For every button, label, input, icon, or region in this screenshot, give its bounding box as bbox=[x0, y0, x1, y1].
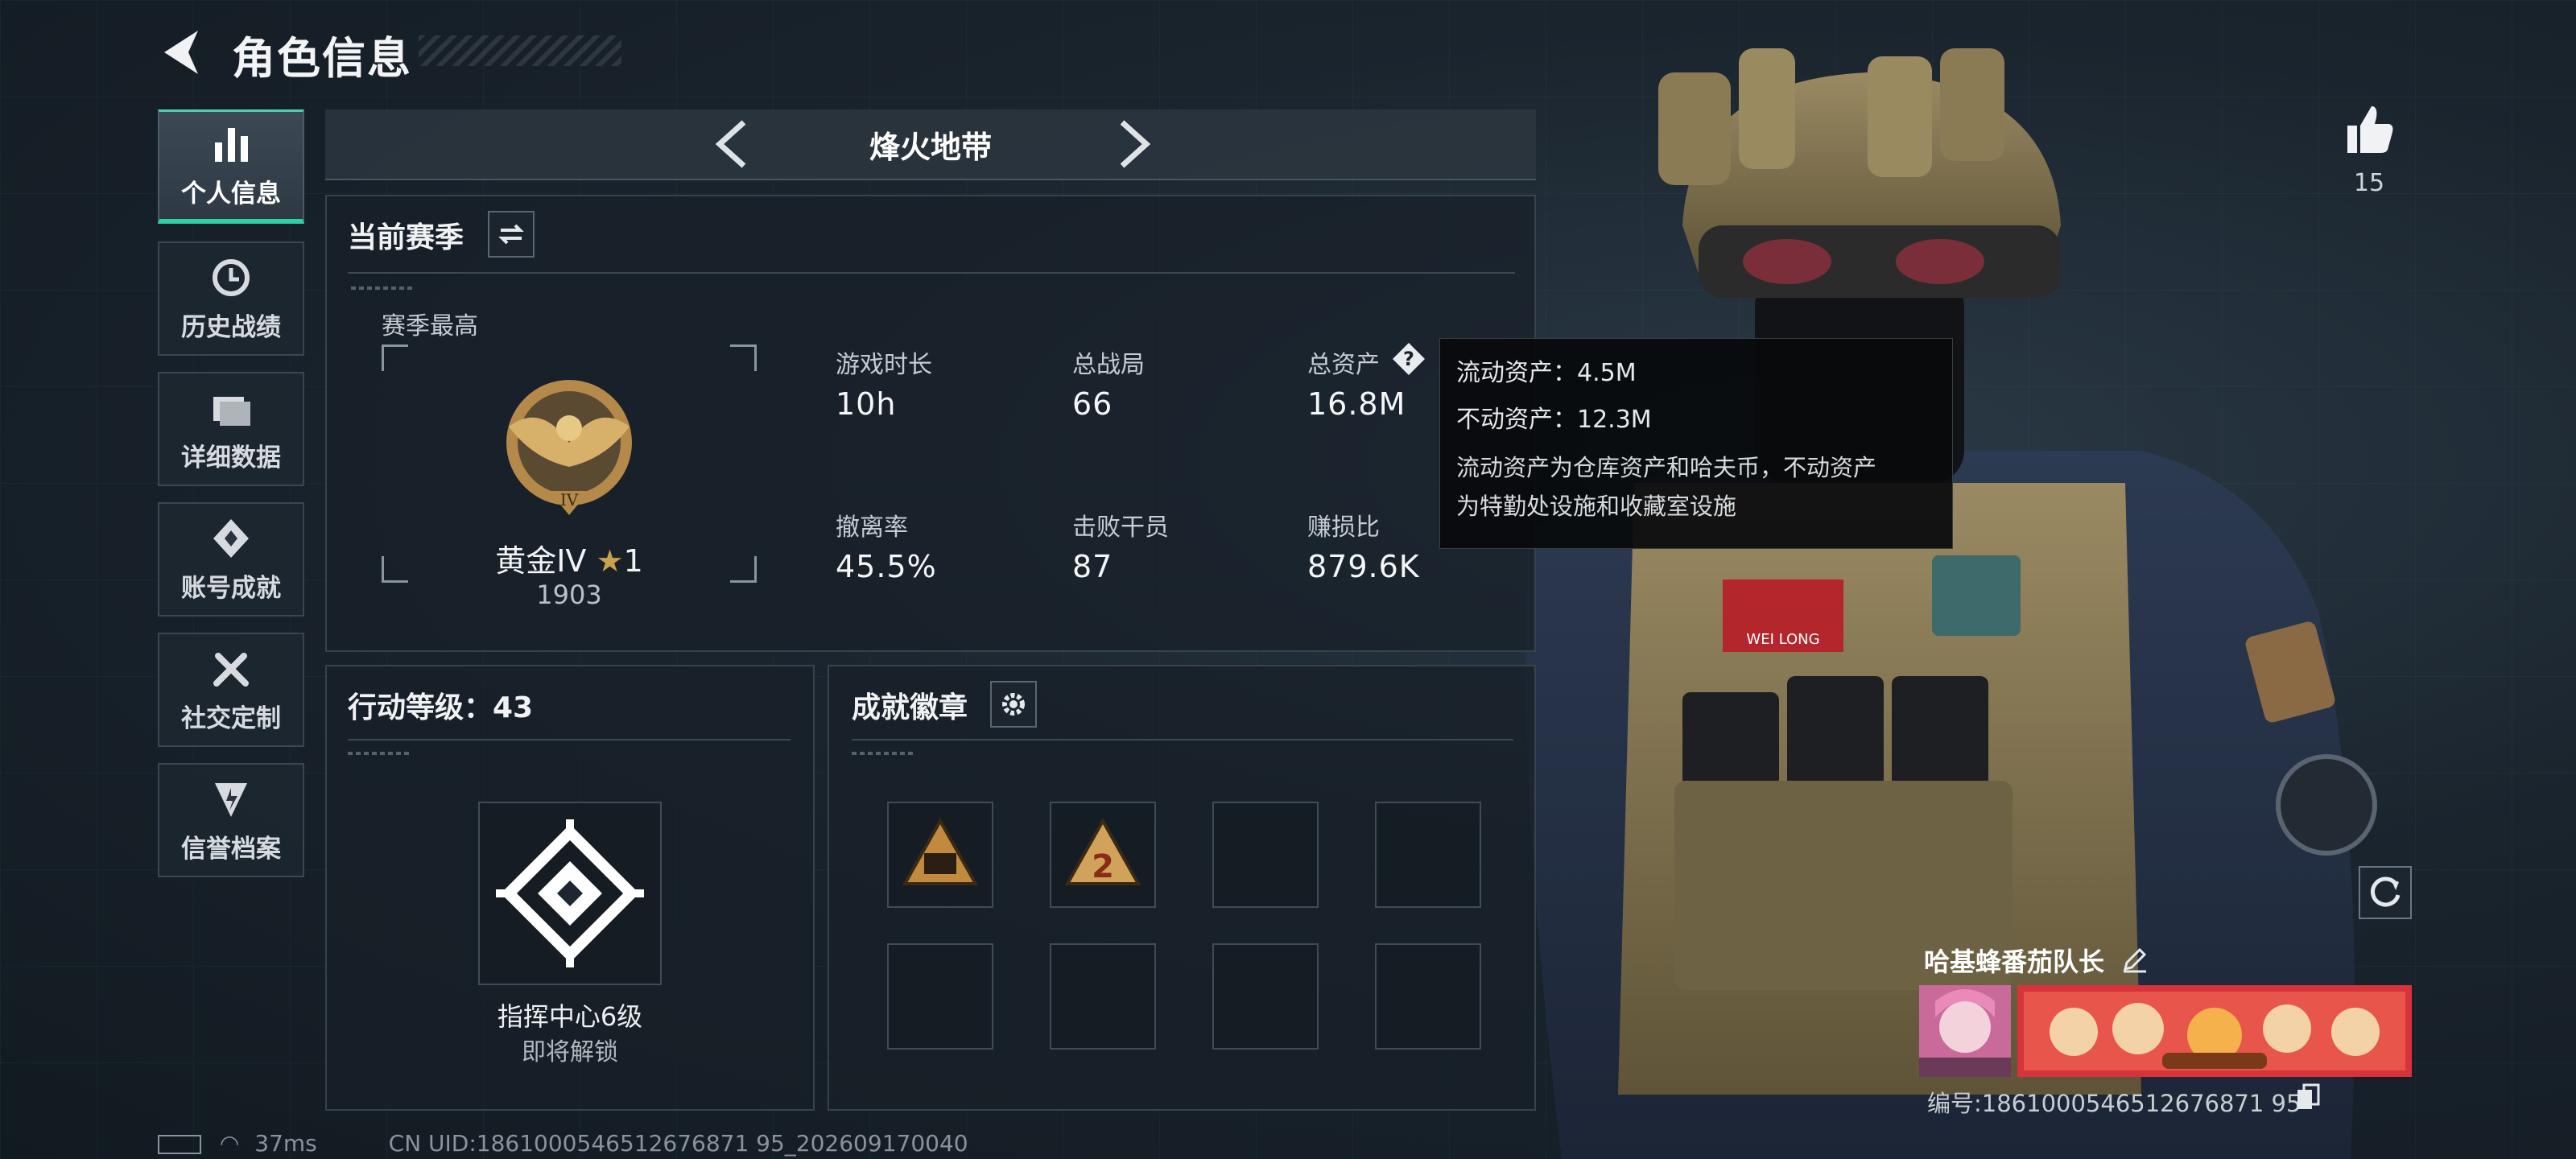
player-id: 编号:1861000546512676871 95 bbox=[1927, 1090, 2301, 1117]
command-center-icon-box[interactable] bbox=[478, 802, 662, 985]
badge-slot-empty[interactable] bbox=[1212, 802, 1319, 908]
rank-name: 黄金IV bbox=[495, 543, 587, 579]
badge-settings-button[interactable] bbox=[990, 681, 1037, 728]
divider bbox=[348, 739, 791, 740]
divider bbox=[348, 272, 1515, 274]
command-center-name: 指挥中心6级 bbox=[497, 1001, 643, 1032]
command-center-icon bbox=[496, 819, 644, 967]
player-banner-card[interactable] bbox=[2017, 985, 2412, 1077]
rank-gold-emblem: IV bbox=[506, 380, 632, 515]
edit-pencil-icon[interactable] bbox=[2120, 945, 2149, 974]
stat-value-matches: 66 bbox=[1072, 386, 1113, 422]
stat-label-matches: 总战局 bbox=[1072, 351, 1145, 379]
thumbs-up-icon[interactable] bbox=[2341, 101, 2397, 158]
ping-value: 37ms bbox=[254, 1130, 317, 1157]
shield-icon bbox=[215, 782, 247, 817]
season-title: 当前赛季 bbox=[348, 221, 464, 254]
stat-label-extraction: 撤离率 bbox=[836, 514, 908, 542]
divider-dash bbox=[348, 752, 412, 755]
nav-label: 详细数据 bbox=[181, 443, 281, 472]
badge-slot-empty[interactable] bbox=[1212, 943, 1319, 1050]
action-level-title: 行动等级：43 bbox=[348, 691, 534, 724]
mode-title: 烽火地带 bbox=[869, 130, 992, 165]
badge-slot-empty[interactable] bbox=[1050, 943, 1156, 1050]
nav-label: 信誉档案 bbox=[181, 834, 281, 864]
badge-level-2-icon: 2 bbox=[1064, 817, 1141, 885]
stat-label-kills: 击败干员 bbox=[1072, 514, 1169, 542]
chevron-right-icon[interactable] bbox=[1109, 118, 1158, 171]
divider-dash bbox=[852, 752, 916, 755]
nav-label: 社交定制 bbox=[181, 703, 281, 733]
stat-label-playtime: 游戏时长 bbox=[836, 351, 932, 379]
gear-icon bbox=[1002, 693, 1025, 716]
stat-value-playtime: 10h bbox=[836, 386, 897, 422]
status-bar: ◠ 37ms CN UID:1861000546512676871 95_202… bbox=[158, 1130, 968, 1157]
command-center-status: 即将解锁 bbox=[522, 1038, 618, 1066]
badge-slot-empty[interactable] bbox=[1375, 943, 1481, 1050]
mode-selector: 烽火地带 bbox=[325, 109, 1536, 180]
chevron-left-icon[interactable] bbox=[708, 118, 757, 171]
folder-icon bbox=[213, 396, 250, 426]
player-avatar[interactable] bbox=[1919, 985, 2011, 1077]
svg-text:2: 2 bbox=[1092, 848, 1114, 885]
battery-icon bbox=[158, 1135, 201, 1154]
achievement-icon bbox=[213, 518, 249, 558]
nav-label: 历史战绩 bbox=[181, 312, 281, 342]
uid-text: CN UID:1861000546512676871 95_2026091700… bbox=[388, 1130, 968, 1157]
assets-tooltip: 流动资产：4.5M 不动资产：12.3M 流动资产为仓库资产和哈夫币，不动资产 … bbox=[1439, 338, 1953, 549]
stat-value-profit-ratio: 879.6K bbox=[1307, 549, 1420, 584]
badge-slot-empty[interactable] bbox=[887, 943, 993, 1050]
help-icon[interactable]: ? bbox=[1391, 341, 1426, 377]
tools-icon bbox=[213, 652, 249, 687]
back-arrow-icon[interactable] bbox=[158, 24, 206, 80]
player-name: 哈基蜂番茄队长 bbox=[1924, 947, 2105, 977]
nav-item-details[interactable]: 详细数据 bbox=[158, 372, 304, 486]
nav-item-achievements[interactable]: 账号成就 bbox=[158, 502, 304, 617]
stat-label-profit-ratio: 赚损比 bbox=[1307, 514, 1380, 542]
tooltip-desc-line2: 为特勤处设施和收藏室设施 bbox=[1456, 493, 1737, 520]
nav-item-social[interactable]: 社交定制 bbox=[158, 633, 304, 747]
swap-icon bbox=[498, 224, 524, 245]
tooltip-desc-line1: 流动资产为仓库资产和哈夫币，不动资产 bbox=[1456, 454, 1877, 481]
tooltip-liquid-assets: 流动资产：4.5M bbox=[1456, 359, 1637, 387]
nav-item-reputation[interactable]: 信誉档案 bbox=[158, 763, 304, 877]
badges-title: 成就徽章 bbox=[852, 691, 968, 724]
wifi-icon: ◠ bbox=[219, 1130, 240, 1157]
svg-text:?: ? bbox=[1403, 348, 1414, 370]
nav-item-history[interactable]: 历史战绩 bbox=[158, 241, 304, 356]
refresh-button[interactable] bbox=[2359, 866, 2412, 919]
badge-team-icon bbox=[902, 817, 979, 885]
rank-points: 1903 bbox=[536, 580, 602, 610]
season-best-label: 赛季最高 bbox=[382, 312, 478, 340]
nav-label: 个人信息 bbox=[181, 179, 281, 208]
history-icon bbox=[213, 258, 250, 296]
nav-item-personal-info[interactable]: 个人信息 bbox=[158, 109, 304, 224]
stat-value-assets: 16.8M bbox=[1307, 386, 1406, 422]
star-icon: ★ bbox=[596, 543, 624, 579]
nav-label: 账号成就 bbox=[181, 573, 281, 603]
bar-chart-icon bbox=[215, 128, 248, 162]
divider-dash bbox=[351, 287, 415, 290]
rank-stars: 1 bbox=[623, 543, 643, 579]
tooltip-fixed-assets: 不动资产：12.3M bbox=[1456, 406, 1652, 434]
stat-value-kills: 87 bbox=[1072, 549, 1113, 584]
stat-value-extraction: 45.5% bbox=[836, 549, 937, 584]
badge-slot[interactable] bbox=[887, 802, 993, 908]
title-decoration bbox=[419, 35, 621, 66]
refresh-icon bbox=[2371, 876, 2401, 907]
badge-slot[interactable]: 2 bbox=[1050, 802, 1156, 908]
rank-name-row: 黄金IV ★1 bbox=[382, 536, 757, 580]
stat-label-assets: 总资产 bbox=[1307, 351, 1380, 379]
svg-text:IV: IV bbox=[560, 490, 579, 509]
svg-text:WEI LONG: WEI LONG bbox=[1746, 631, 1819, 648]
badge-slot-empty[interactable] bbox=[1375, 802, 1481, 908]
divider bbox=[852, 739, 1513, 740]
copy-icon[interactable] bbox=[2296, 1083, 2320, 1111]
page-title: 角色信息 bbox=[232, 33, 412, 84]
switch-season-button[interactable] bbox=[488, 211, 535, 258]
like-count: 15 bbox=[2353, 169, 2385, 197]
